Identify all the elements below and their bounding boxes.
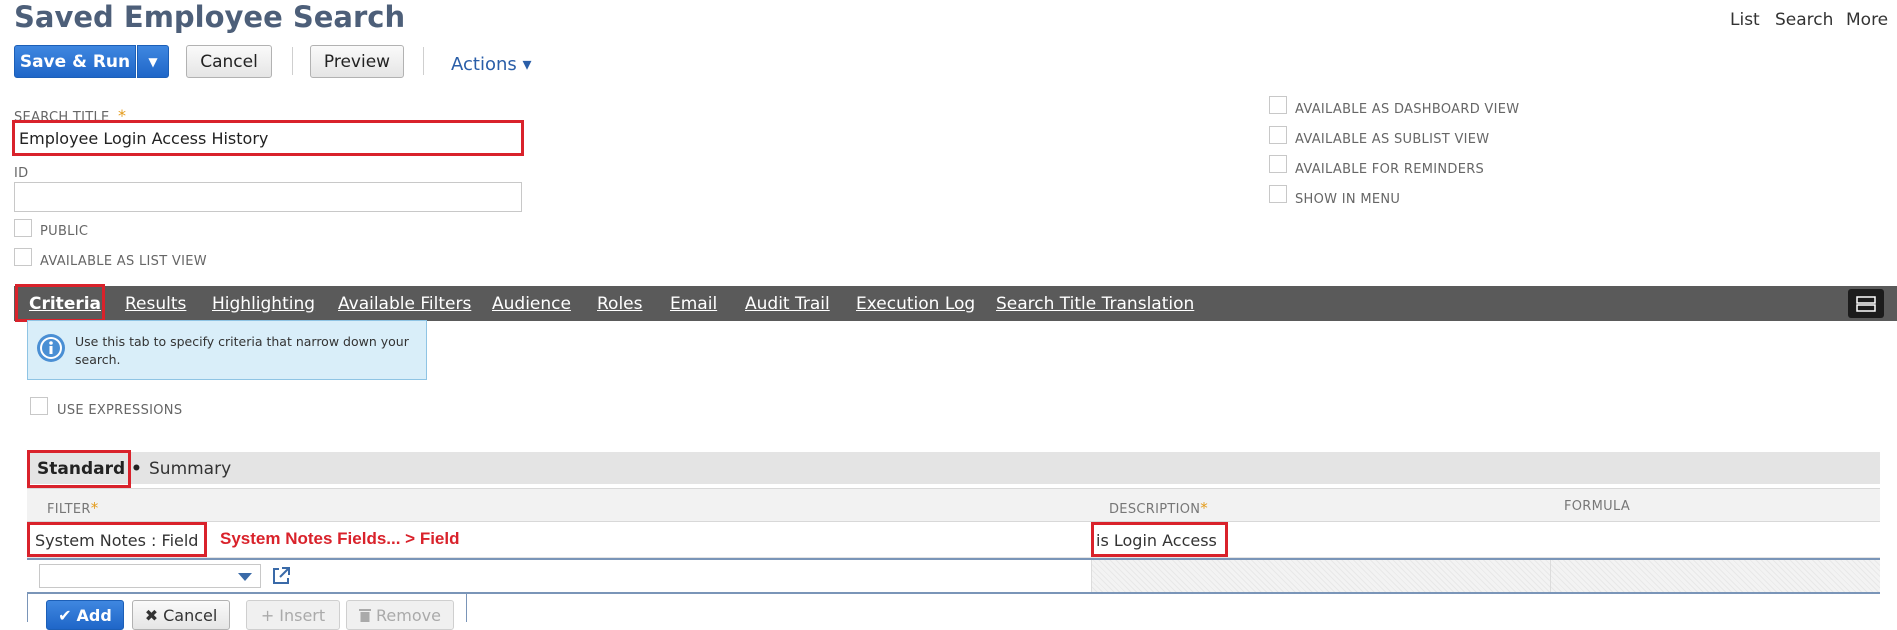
chevron-down-icon: ▼ <box>148 54 158 69</box>
info-icon <box>37 334 65 362</box>
required-icon: * <box>90 499 99 517</box>
tab-highlighting[interactable]: Highlighting <box>212 286 315 321</box>
annotation-highlight <box>1091 522 1228 557</box>
annotation-highlight <box>27 450 131 488</box>
filter-header-text: FILTER <box>47 502 91 517</box>
tab-audience[interactable]: Audience <box>492 286 571 321</box>
trash-icon <box>359 609 372 622</box>
tab-email[interactable]: Email <box>670 286 717 321</box>
annotation-text: System Notes Fields... > Field <box>220 529 460 548</box>
formula-edit-cell <box>1550 560 1880 592</box>
actions-menu[interactable]: Actions ▾ <box>451 54 532 75</box>
toolbar-divider <box>423 47 424 75</box>
row-cancel-button[interactable]: ✖ Cancel <box>132 600 230 630</box>
tab-roles[interactable]: Roles <box>597 286 643 321</box>
preview-button[interactable]: Preview <box>310 45 404 78</box>
add-button[interactable]: ✔ Add <box>46 600 124 630</box>
list-view-checkbox[interactable] <box>14 248 32 266</box>
subtab-summary[interactable]: Summary <box>149 459 231 479</box>
filter-column-header: FILTER* <box>47 499 99 517</box>
formula-column-header: FORMULA <box>1564 499 1631 514</box>
layout-toggle-button[interactable] <box>1848 289 1884 318</box>
insert-button[interactable]: + Insert <box>246 600 340 630</box>
stacked-layout-icon <box>1856 295 1876 312</box>
tab-audit-trail[interactable]: Audit Trail <box>745 286 830 321</box>
list-link[interactable]: List <box>1730 10 1760 30</box>
criteria-subtabs: Standard • Summary <box>27 452 1880 484</box>
info-message: Use this tab to specify criteria that na… <box>27 320 427 380</box>
reminders-checkbox[interactable] <box>1269 155 1287 173</box>
toolbar-divider <box>292 47 293 75</box>
tab-bar: Criteria Results Highlighting Available … <box>14 286 1897 321</box>
use-expressions-checkbox[interactable] <box>30 397 48 415</box>
criteria-table-header: FILTER* DESCRIPTION* FORMULA <box>27 488 1880 522</box>
tab-execution-log[interactable]: Execution Log <box>856 286 975 321</box>
sublist-view-checkbox[interactable] <box>1269 126 1287 144</box>
show-in-menu-checkbox[interactable] <box>1269 185 1287 203</box>
show-in-menu-label: SHOW IN MENU <box>1295 192 1401 207</box>
sublist-view-label: AVAILABLE AS SUBLIST VIEW <box>1295 132 1490 147</box>
annotation-highlight <box>12 120 524 156</box>
description-edit-cell <box>1091 560 1550 592</box>
list-view-label: AVAILABLE AS LIST VIEW <box>40 254 207 269</box>
description-header-text: DESCRIPTION <box>1109 502 1201 517</box>
more-link[interactable]: More <box>1846 10 1888 30</box>
page-title: Saved Employee Search <box>14 0 406 34</box>
reminders-label: AVAILABLE FOR REMINDERS <box>1295 162 1485 177</box>
public-label: PUBLIC <box>40 224 89 239</box>
tab-search-title-translation[interactable]: Search Title Translation <box>996 286 1194 321</box>
table-row[interactable]: System Notes : Field System Notes Fields… <box>27 522 1880 558</box>
chevron-down-icon <box>238 573 252 581</box>
id-label: ID <box>14 166 29 181</box>
search-link[interactable]: Search <box>1775 10 1833 30</box>
tab-available-filters[interactable]: Available Filters <box>338 286 471 321</box>
annotation-highlight <box>15 284 105 322</box>
dashboard-view-checkbox[interactable] <box>1269 96 1287 114</box>
tab-results[interactable]: Results <box>125 286 186 321</box>
remove-button[interactable]: Remove <box>346 600 454 630</box>
info-text: Use this tab to specify criteria that na… <box>75 334 409 367</box>
save-options-dropdown[interactable]: ▼ <box>137 45 169 78</box>
use-expressions-label: USE EXPRESSIONS <box>57 403 183 418</box>
save-and-run-button[interactable]: Save & Run <box>14 45 136 78</box>
open-external-icon[interactable] <box>271 566 291 586</box>
description-column-header: DESCRIPTION* <box>1109 499 1208 517</box>
public-checkbox[interactable] <box>14 219 32 237</box>
cancel-button[interactable]: Cancel <box>186 45 272 78</box>
annotation-highlight <box>27 522 207 557</box>
required-icon: * <box>1200 499 1209 517</box>
edit-row <box>27 558 1880 594</box>
filter-select[interactable] <box>39 564 261 588</box>
id-input[interactable] <box>14 182 522 212</box>
dashboard-view-label: AVAILABLE AS DASHBOARD VIEW <box>1295 102 1520 117</box>
